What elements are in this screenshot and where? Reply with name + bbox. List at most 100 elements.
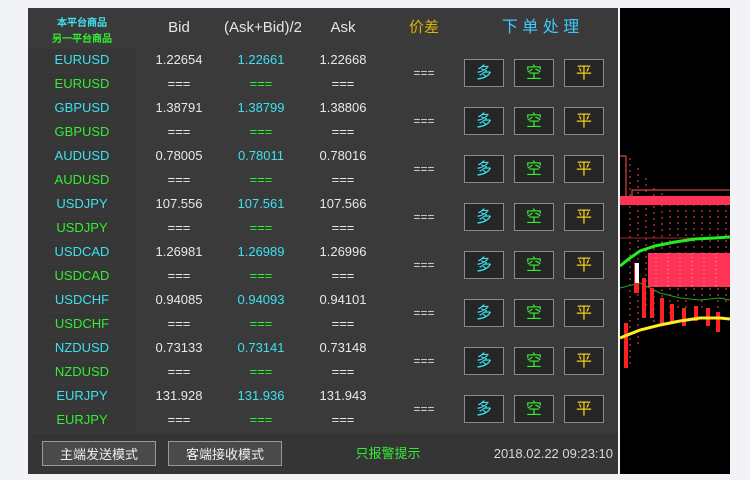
- other-symbol-label: GBPUSD: [28, 121, 136, 143]
- mid-value: 0.94093: [237, 292, 285, 307]
- buy-button[interactable]: 多: [464, 299, 504, 327]
- close-position-button[interactable]: 平: [564, 251, 604, 279]
- quote-row-group: USDCHF 0.94085 0.94093 0.94101 USDCHF ==…: [28, 289, 618, 337]
- close-position-button[interactable]: 平: [564, 59, 604, 87]
- bid-value: 0.73133: [155, 340, 203, 355]
- symbol-label: NZDUSD: [28, 337, 136, 359]
- buy-button[interactable]: 多: [464, 251, 504, 279]
- close-position-button[interactable]: 平: [564, 155, 604, 183]
- spread-value: ===: [388, 338, 460, 384]
- quote-row-group: EURJPY 131.928 131.936 131.943 EURJPY ==…: [28, 385, 618, 433]
- mid-value: 1.22661: [237, 52, 285, 67]
- master-send-mode-button[interactable]: 主端发送模式: [42, 441, 156, 466]
- other-mid-value: ===: [249, 268, 273, 283]
- price-chart: [620, 8, 730, 474]
- spread-value: ===: [388, 386, 460, 432]
- symbol-label: EURJPY: [28, 385, 136, 407]
- close-position-button[interactable]: 平: [564, 203, 604, 231]
- other-ask-value: ===: [331, 364, 355, 379]
- bid-value: 0.78005: [155, 148, 203, 163]
- spread-value: ===: [388, 146, 460, 192]
- other-bid-value: ===: [167, 316, 191, 331]
- other-mid-value: ===: [249, 364, 273, 379]
- ask-value: 0.94101: [319, 292, 367, 307]
- sell-button[interactable]: 空: [514, 107, 554, 135]
- close-position-button[interactable]: 平: [564, 299, 604, 327]
- quote-row-group: AUDUSD 0.78005 0.78011 0.78016 AUDUSD ==…: [28, 145, 618, 193]
- sell-button[interactable]: 空: [514, 59, 554, 87]
- bid-value: 107.556: [155, 196, 203, 211]
- other-platform-label: 另一平台商品: [52, 34, 112, 45]
- other-bid-value: ===: [167, 220, 191, 235]
- other-mid-value: ===: [249, 412, 273, 427]
- symbol-label: USDJPY: [28, 193, 136, 215]
- mid-value: 1.38799: [237, 100, 285, 115]
- other-ask-value: ===: [331, 124, 355, 139]
- bid-header: Bid: [168, 19, 190, 36]
- spread-value: ===: [388, 194, 460, 240]
- ask-value: 131.943: [319, 388, 367, 403]
- buy-button[interactable]: 多: [464, 347, 504, 375]
- bid-value: 131.928: [155, 388, 203, 403]
- other-ask-value: ===: [331, 76, 355, 91]
- other-ask-value: ===: [331, 268, 355, 283]
- mid-value: 107.561: [237, 196, 285, 211]
- close-position-button[interactable]: 平: [564, 107, 604, 135]
- mid-value: 131.936: [237, 388, 285, 403]
- spread-value: ===: [388, 50, 460, 96]
- sell-button[interactable]: 空: [514, 251, 554, 279]
- buy-button[interactable]: 多: [464, 203, 504, 231]
- other-bid-value: ===: [167, 76, 191, 91]
- buy-button[interactable]: 多: [464, 59, 504, 87]
- other-ask-value: ===: [331, 220, 355, 235]
- other-mid-value: ===: [249, 124, 273, 139]
- other-ask-value: ===: [331, 316, 355, 331]
- other-bid-value: ===: [167, 412, 191, 427]
- other-bid-value: ===: [167, 268, 191, 283]
- alert-only-toggle[interactable]: 只报警提示: [328, 441, 448, 466]
- sell-button[interactable]: 空: [514, 155, 554, 183]
- header-row: 本平台商品 另一平台商品 Bid (Ask+Bid)/2 Ask 价差 下 单 …: [28, 8, 618, 48]
- mid-value: 0.78011: [237, 148, 285, 163]
- bid-value: 0.94085: [155, 292, 203, 307]
- other-symbol-label: USDCAD: [28, 265, 136, 287]
- spread-value: ===: [388, 98, 460, 144]
- other-symbol-label: EURJPY: [28, 409, 136, 431]
- other-mid-value: ===: [249, 220, 273, 235]
- other-ask-value: ===: [331, 412, 355, 427]
- other-ask-value: ===: [331, 172, 355, 187]
- buy-button[interactable]: 多: [464, 155, 504, 183]
- ask-value: 1.38806: [319, 100, 367, 115]
- quote-row-group: GBPUSD 1.38791 1.38799 1.38806 GBPUSD ==…: [28, 97, 618, 145]
- symbol-label: USDCHF: [28, 289, 136, 311]
- other-bid-value: ===: [167, 124, 191, 139]
- sell-button[interactable]: 空: [514, 395, 554, 423]
- spread-value: ===: [388, 290, 460, 336]
- platform-label: 本平台商品: [57, 18, 107, 29]
- mid-value: 0.73141: [237, 340, 285, 355]
- ask-value: 0.78016: [319, 148, 367, 163]
- footer-bar: 主端发送模式 客端接收模式 只报警提示 2018.02.22 09:23:10: [28, 433, 618, 474]
- quote-row-group: USDJPY 107.556 107.561 107.566 USDJPY ==…: [28, 193, 618, 241]
- sell-button[interactable]: 空: [514, 347, 554, 375]
- quote-row-group: NZDUSD 0.73133 0.73141 0.73148 NZDUSD ==…: [28, 337, 618, 385]
- spread-value: ===: [388, 242, 460, 288]
- symbol-label: GBPUSD: [28, 97, 136, 119]
- slave-receive-mode-button[interactable]: 客端接收模式: [168, 441, 282, 466]
- other-mid-value: ===: [249, 172, 273, 187]
- ask-value: 0.73148: [319, 340, 367, 355]
- sell-button[interactable]: 空: [514, 203, 554, 231]
- mid-header: (Ask+Bid)/2: [224, 19, 302, 36]
- quote-row-group: USDCAD 1.26981 1.26989 1.26996 USDCAD ==…: [28, 241, 618, 289]
- other-bid-value: ===: [167, 364, 191, 379]
- other-symbol-label: AUDUSD: [28, 169, 136, 191]
- buy-button[interactable]: 多: [464, 395, 504, 423]
- spread-header: 价差: [408, 19, 439, 36]
- other-bid-value: ===: [167, 172, 191, 187]
- close-position-button[interactable]: 平: [564, 395, 604, 423]
- close-position-button[interactable]: 平: [564, 347, 604, 375]
- other-symbol-label: USDCHF: [28, 313, 136, 335]
- buy-button[interactable]: 多: [464, 107, 504, 135]
- symbol-label: USDCAD: [28, 241, 136, 263]
- sell-button[interactable]: 空: [514, 299, 554, 327]
